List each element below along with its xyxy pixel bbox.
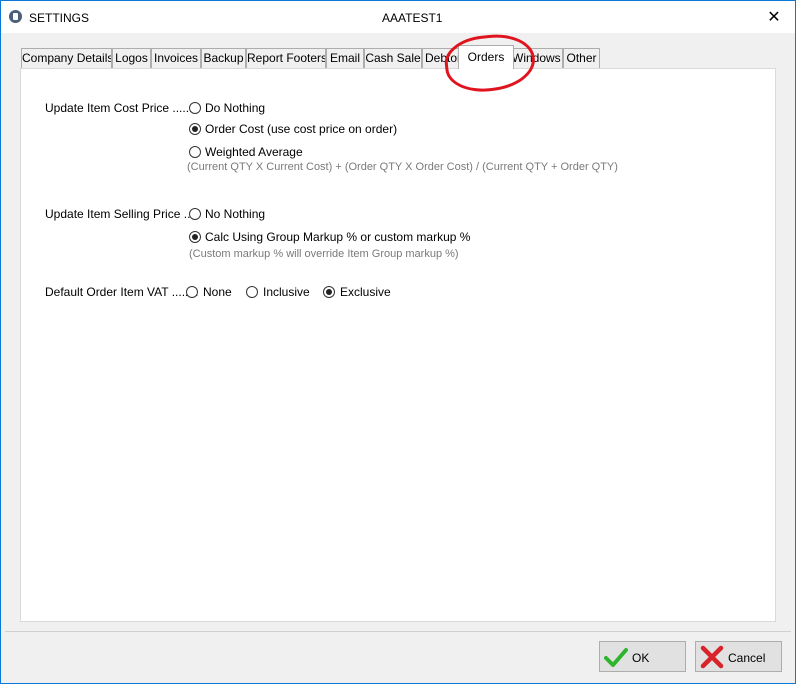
window-subtitle: AAATEST1 <box>382 11 443 25</box>
tab-invoices[interactable]: Invoices <box>151 48 201 68</box>
tab-cash-sale[interactable]: Cash Sale <box>364 48 422 68</box>
option-calc-group-markup-label: Calc Using Group Markup % or custom mark… <box>205 230 471 244</box>
radio-do-nothing[interactable] <box>189 102 201 114</box>
tab-windows[interactable]: Windows <box>511 48 563 68</box>
tab-report-footers[interactable]: Report Footers <box>246 48 326 68</box>
x-cross-icon <box>700 645 724 669</box>
orders-panel: Update Item Cost Price ........ Do Nothi… <box>20 68 776 622</box>
markup-note: (Custom markup % will override Item Grou… <box>189 248 459 260</box>
tab-backup[interactable]: Backup <box>201 48 246 68</box>
radio-calc-group-markup[interactable] <box>189 231 201 243</box>
radio-weighted-average[interactable] <box>189 146 201 158</box>
window-title: SETTINGS <box>29 11 90 25</box>
radio-no-nothing[interactable] <box>189 208 201 220</box>
app-icon <box>9 10 22 23</box>
tab-orders[interactable]: Orders <box>458 45 514 69</box>
option-vat-none-label: None <box>203 285 232 299</box>
checkmark-icon <box>604 648 628 667</box>
radio-vat-inclusive[interactable] <box>246 286 258 298</box>
tab-strip: Company Details Logos Invoices Backup Re… <box>21 45 781 69</box>
tab-company-details[interactable]: Company Details <box>21 48 112 68</box>
ok-button[interactable]: OK <box>599 641 686 672</box>
ok-button-label: OK <box>632 651 650 665</box>
settings-window: SETTINGS AAATEST1 ✕ Company Details Logo… <box>1 1 795 683</box>
tab-logos[interactable]: Logos <box>112 48 151 68</box>
radio-vat-none[interactable] <box>186 286 198 298</box>
option-weighted-average-label: Weighted Average <box>205 145 303 159</box>
radio-order-cost[interactable] <box>189 123 201 135</box>
cancel-button-label: Cancel <box>728 651 766 665</box>
tab-email[interactable]: Email <box>326 48 364 68</box>
cancel-button[interactable]: Cancel <box>695 641 782 672</box>
cost-price-label: Update Item Cost Price ........ <box>45 101 200 115</box>
title-bar[interactable]: SETTINGS AAATEST1 ✕ <box>1 1 795 33</box>
option-vat-exclusive-label: Exclusive <box>340 285 391 299</box>
close-icon[interactable]: ✕ <box>767 10 781 26</box>
footer-divider <box>5 631 791 632</box>
option-order-cost-label: Order Cost (use cost price on order) <box>205 122 398 136</box>
weighted-average-note: (Current QTY X Current Cost) + (Order QT… <box>187 161 618 173</box>
option-vat-inclusive-label: Inclusive <box>263 285 310 299</box>
tab-other[interactable]: Other <box>563 48 600 68</box>
option-no-nothing-label: No Nothing <box>205 207 266 221</box>
tab-debtor[interactable]: Debtor <box>422 48 460 68</box>
option-do-nothing-label: Do Nothing <box>205 101 266 115</box>
selling-price-label: Update Item Selling Price ..... <box>45 207 201 221</box>
radio-vat-exclusive[interactable] <box>323 286 335 298</box>
vat-label: Default Order Item VAT ........ <box>45 285 199 299</box>
